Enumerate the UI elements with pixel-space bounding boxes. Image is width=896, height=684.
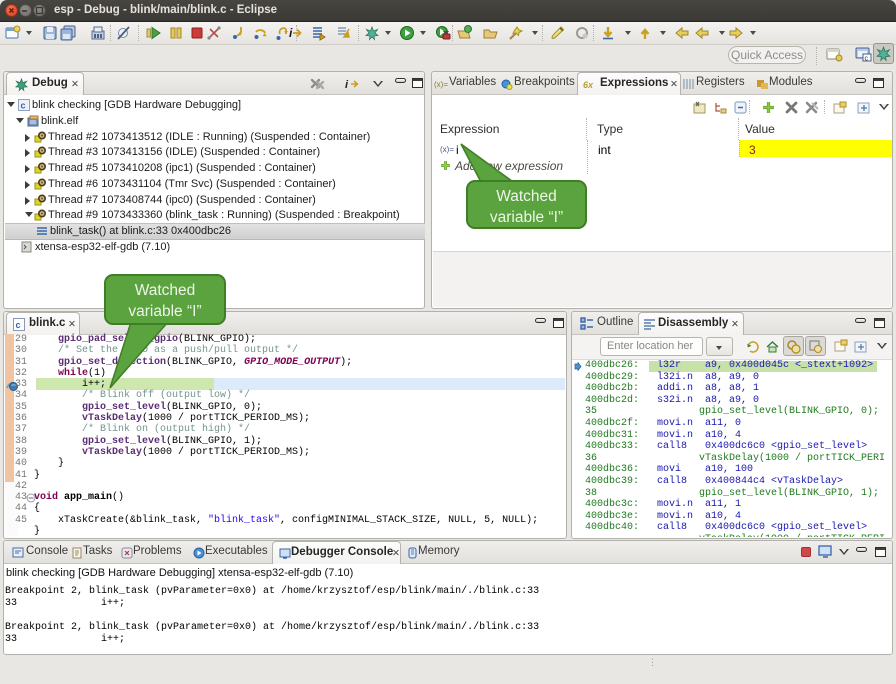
svg-text:i: i xyxy=(289,26,293,40)
svg-text:c: c xyxy=(16,320,21,330)
svg-text:(x)=: (x)= xyxy=(434,80,448,89)
svg-text:i: i xyxy=(345,79,349,91)
svg-text:6x: 6x xyxy=(583,80,594,90)
svg-text:c: c xyxy=(865,56,869,63)
svg-text:c: c xyxy=(21,101,26,111)
